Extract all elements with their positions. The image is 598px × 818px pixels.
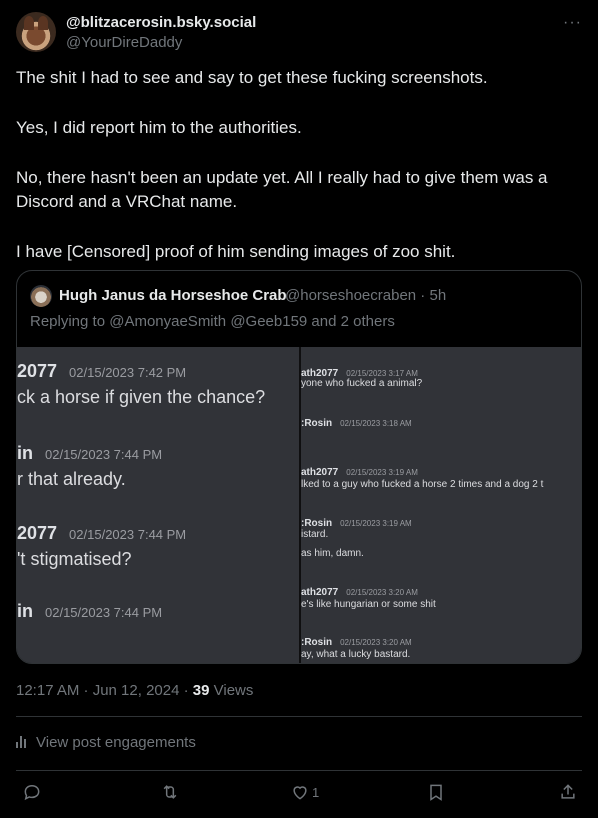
views-count: 39 xyxy=(192,682,210,699)
avatar[interactable] xyxy=(16,12,56,52)
divider xyxy=(16,770,582,771)
quoted-display-name[interactable]: Hugh Janus da Horseshoe Crab xyxy=(59,287,287,304)
analytics-icon xyxy=(16,736,30,748)
chat-message: :Rosin 02/15/2023 3:18 AM xyxy=(301,418,412,429)
chat-message: 2077 02/15/2023 7:42 PM xyxy=(17,361,187,381)
chat-text: lked to a guy who fucked a horse 2 times… xyxy=(301,479,544,490)
post-text: The shit I had to see and say to get the… xyxy=(16,66,582,290)
post-paragraph: No, there hasn't been an update yet. All… xyxy=(16,168,548,211)
post-actions: 1 xyxy=(16,780,582,810)
chat-text: istard. xyxy=(301,529,329,540)
screenshot-right: ath2077 02/15/2023 3:17 AM yone who fucke… xyxy=(301,347,581,663)
author-handle[interactable]: @YourDireDaddy xyxy=(66,34,182,51)
repost-button[interactable] xyxy=(160,782,180,802)
chat-text: ck a horse if given the chance? xyxy=(17,387,266,407)
chat-text: r that already. xyxy=(17,469,126,489)
repost-icon xyxy=(163,785,177,799)
quoted-image[interactable]: 2077 02/15/2023 7:42 PM ck a horse if giv… xyxy=(17,347,581,663)
quoted-avatar[interactable] xyxy=(30,285,52,307)
like-count: 1 xyxy=(312,784,320,800)
share-button[interactable] xyxy=(558,782,578,802)
post-timestamp[interactable]: 12:17 AM · Jun 12, 2024 · xyxy=(16,682,193,699)
reply-icon xyxy=(24,784,40,801)
share-icon xyxy=(561,784,575,799)
divider xyxy=(16,716,582,717)
quoted-post-header: Hugh Janus da Horseshoe Crab @horseshoec… xyxy=(30,285,569,307)
chat-text: 't stigmatised? xyxy=(17,549,132,569)
quoted-post[interactable]: Hugh Janus da Horseshoe Crab @horseshoec… xyxy=(16,270,582,664)
heart-icon xyxy=(293,786,307,800)
more-options-icon[interactable]: ··· xyxy=(563,14,582,32)
post-timestamp-views: 12:17 AM · Jun 12, 2024 · 39 Views xyxy=(16,682,253,699)
screenshot-left: 2077 02/15/2023 7:42 PM ck a horse if giv… xyxy=(17,347,299,663)
chat-text: as him, damn. xyxy=(301,548,364,559)
chat-message: 2077 02/15/2023 7:44 PM xyxy=(17,523,187,543)
post-paragraph: Yes, I did report him to the authorities… xyxy=(16,118,302,137)
chat-text: ay, what a lucky bastard. xyxy=(301,649,411,660)
post-header: @blitzacerosin.bsky.social @YourDireDadd… xyxy=(16,12,582,56)
replying-to: Replying to @AmonyaeSmith @Geeb159 and 2… xyxy=(30,313,395,330)
chat-message: in 02/15/2023 7:44 PM xyxy=(17,601,163,621)
quoted-handle-time: @horseshoecraben · 5h xyxy=(285,287,447,304)
post-paragraph: I have [Censored] proof of him sending i… xyxy=(16,242,456,261)
bookmark-button[interactable] xyxy=(426,782,446,802)
view-engagements-link[interactable]: View post engagements xyxy=(16,734,196,751)
chat-message: in 02/15/2023 7:44 PM xyxy=(17,443,163,463)
chat-message: ath2077 02/15/2023 3:20 AM xyxy=(301,587,418,598)
chat-message: ath2077 02/15/2023 3:19 AM xyxy=(301,467,418,478)
chat-text: e's like hungarian or some shit xyxy=(301,599,436,610)
like-button[interactable]: 1 xyxy=(290,782,319,802)
chat-message: :Rosin 02/15/2023 3:20 AM xyxy=(301,637,412,648)
author-display-name[interactable]: @blitzacerosin.bsky.social xyxy=(66,14,256,31)
engagements-label: View post engagements xyxy=(36,734,196,751)
chat-text: yone who fucked a animal? xyxy=(301,378,423,389)
views-label: Views xyxy=(209,682,254,699)
post-paragraph: The shit I had to see and say to get the… xyxy=(16,68,488,87)
reply-button[interactable] xyxy=(22,782,42,802)
bookmark-icon xyxy=(430,784,442,801)
